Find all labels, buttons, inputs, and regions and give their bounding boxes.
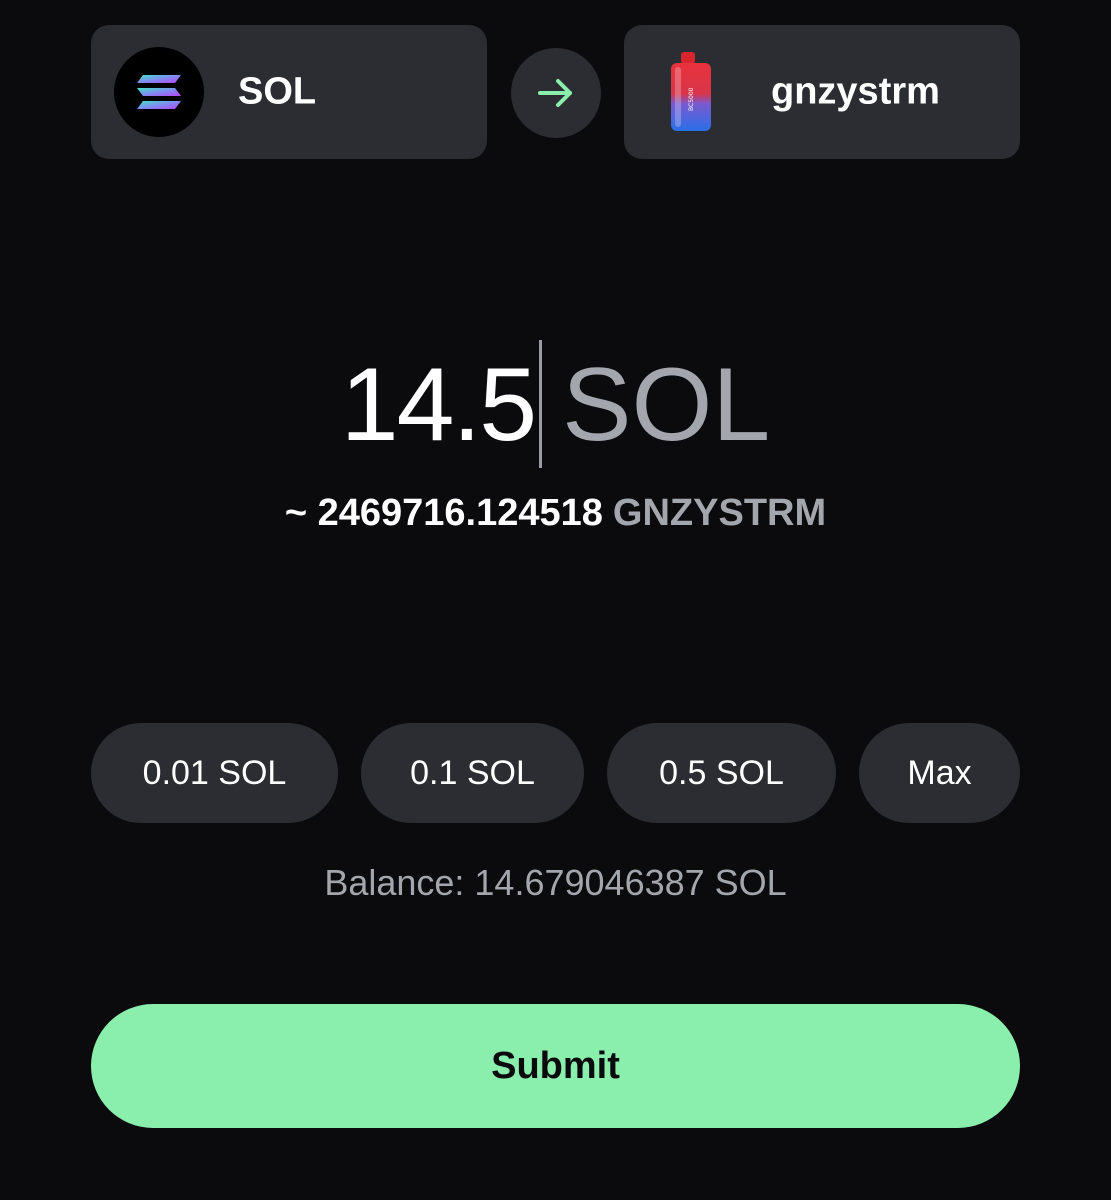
amount-value: 14.5 (340, 347, 537, 463)
to-token-symbol: gnzystrm (771, 70, 940, 113)
max-button[interactable]: Max (859, 723, 1020, 823)
to-token-selector[interactable]: BC5000 gnzystrm (624, 25, 1020, 159)
estimated-output: ~ 2469716.124518 GNZYSTRM (0, 492, 1111, 535)
estimate-prefix: ~ (284, 492, 308, 534)
preset-button-0-01-sol[interactable]: 0.01 SOL (91, 723, 338, 823)
vape-device-icon: BC5000 (667, 51, 715, 133)
from-token-selector[interactable]: SOL (91, 25, 487, 159)
submit-button[interactable]: Submit (91, 1004, 1020, 1128)
preset-button-0-1-sol[interactable]: 0.1 SOL (361, 723, 584, 823)
text-caret (539, 340, 543, 468)
from-token-symbol: SOL (238, 70, 317, 113)
balance-text: Balance: 14.679046387 SOL (324, 862, 787, 903)
arrow-right-icon (538, 79, 572, 107)
solana-logo-icon (114, 47, 204, 137)
estimate-value: 2469716.124518 (317, 492, 603, 534)
vape-device-label: BC5000 (688, 87, 695, 111)
estimate-symbol: GNZYSTRM (612, 492, 827, 534)
amount-unit: SOL (562, 347, 771, 463)
preset-button-0-5-sol[interactable]: 0.5 SOL (607, 723, 836, 823)
amount-input[interactable]: 14.5 SOL (0, 340, 1111, 470)
swap-direction-button[interactable] (511, 48, 601, 138)
submit-label: Submit (491, 1044, 620, 1087)
